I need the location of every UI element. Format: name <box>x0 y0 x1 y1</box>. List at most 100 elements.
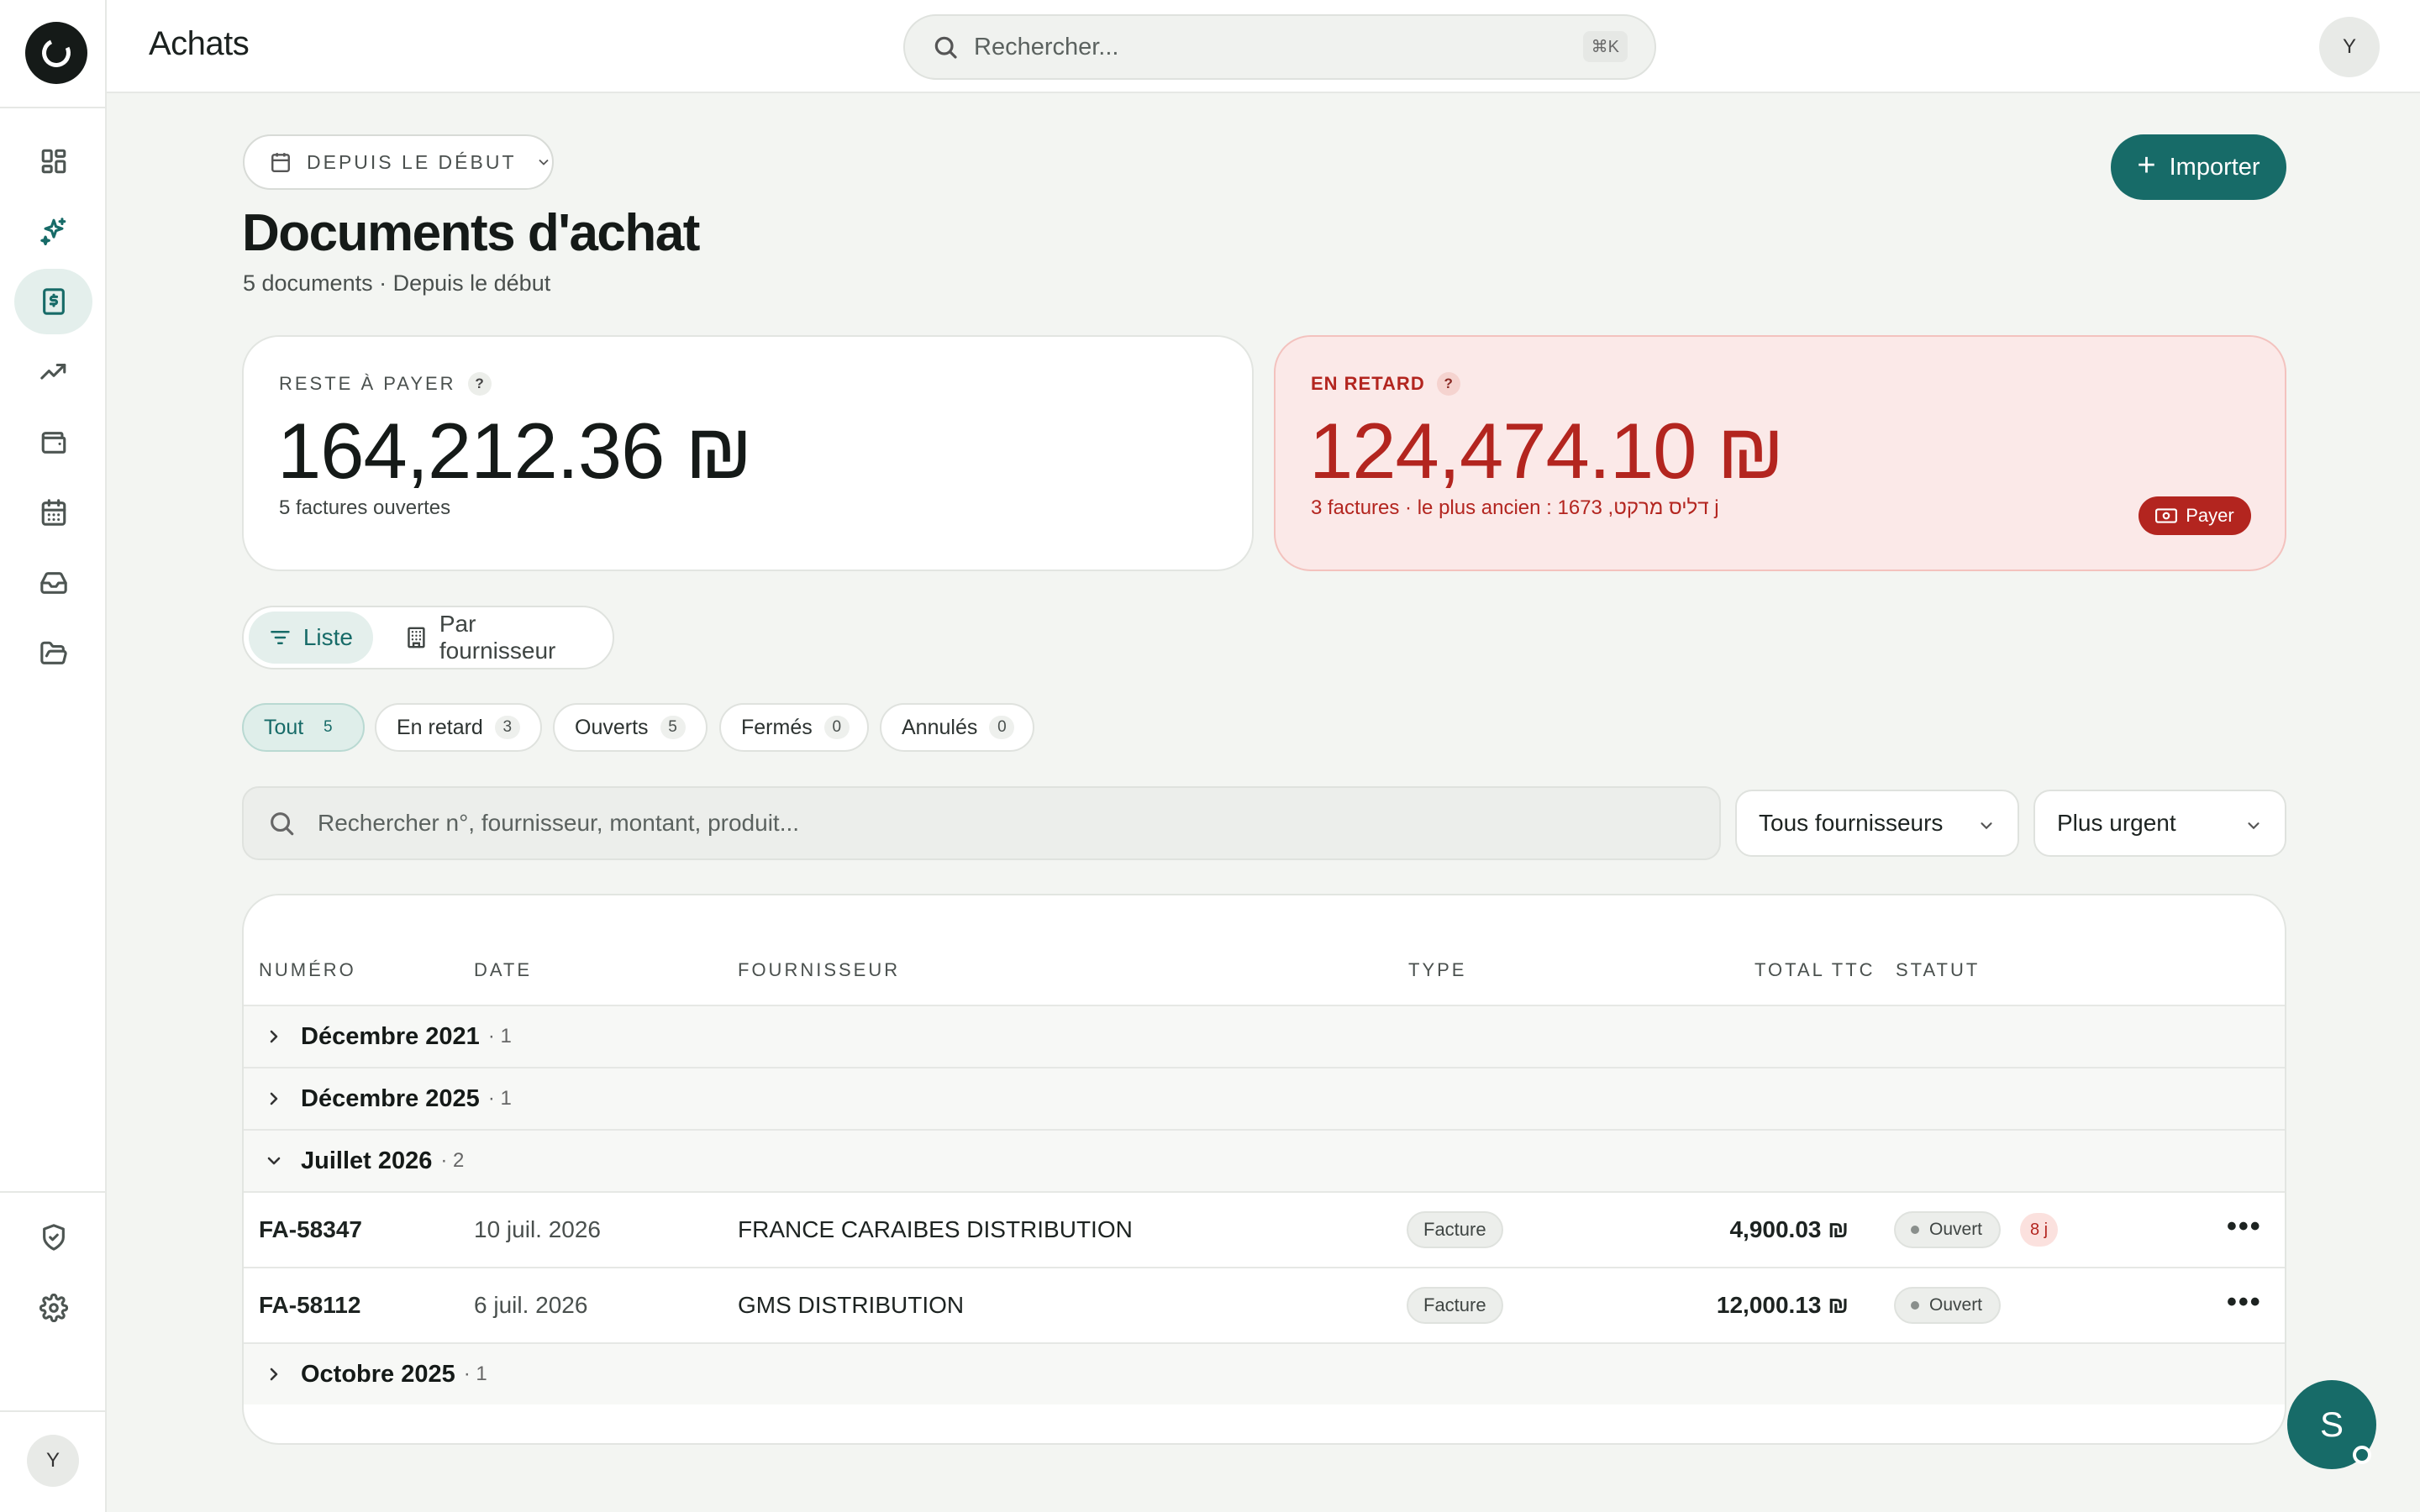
assistant-fab[interactable]: S <box>2287 1380 2376 1469</box>
receipt-icon <box>42 288 65 315</box>
status-label: Ouvert <box>1929 1295 1983 1315</box>
calendar-icon <box>271 153 290 173</box>
sidebar-item-trends[interactable] <box>14 339 92 405</box>
column-header-status[interactable]: STATUT <box>1896 959 1980 981</box>
chip-label: Fermés <box>741 715 813 739</box>
filter-chip-open[interactable]: Ouverts 5 <box>553 703 708 752</box>
column-header-supplier[interactable]: FOURNISSEUR <box>738 959 900 981</box>
sidebar-item-calendar[interactable] <box>14 480 92 545</box>
period-filter-button[interactable]: DEPUIS LE DÉBUT <box>243 134 554 190</box>
status-label: Ouvert <box>1929 1220 1983 1239</box>
supplier-select-value: Tous fournisseurs <box>1759 810 1944 836</box>
filter-chip-cancelled[interactable]: Annulés 0 <box>880 703 1034 752</box>
view-list-label: Liste <box>302 624 353 650</box>
chip-count: 0 <box>823 716 850 739</box>
logo-ring-icon <box>38 34 75 71</box>
building-icon <box>408 627 425 648</box>
table-row[interactable]: FA-58347 10 juil. 2026 FRANCE CARAIBES D… <box>244 1193 2285 1267</box>
pay-button[interactable]: Payer <box>2139 496 2251 535</box>
document-search[interactable] <box>242 786 1721 860</box>
group-count: · 2 <box>440 1149 465 1172</box>
chevron-down-icon <box>538 159 549 165</box>
trending-up-icon <box>39 363 66 380</box>
help-icon[interactable]: ? <box>1436 372 1460 396</box>
group-count: · 1 <box>487 1087 512 1110</box>
filter-lines-icon <box>271 631 290 644</box>
chip-label: Tout <box>264 715 304 739</box>
gear-icon <box>39 1294 68 1322</box>
online-status-icon <box>2353 1446 2371 1464</box>
profile-avatar[interactable]: Y <box>2319 17 2380 77</box>
banknote-icon <box>2155 508 2178 523</box>
group-label: Décembre 2021 <box>301 1022 480 1050</box>
view-by-supplier-label: Par fournisseur <box>439 611 556 664</box>
sort-select[interactable]: Plus urgent <box>2033 790 2286 857</box>
remaining-subtext: 5 factures ouvertes <box>279 496 451 519</box>
column-header-number[interactable]: NUMÉRO <box>259 959 356 981</box>
doc-date: 6 juil. 2026 <box>474 1292 588 1318</box>
group-count: · 1 <box>487 1025 512 1047</box>
column-header-date[interactable]: DATE <box>474 959 532 981</box>
search-icon <box>934 36 957 59</box>
sidebar-item-security[interactable] <box>14 1205 92 1270</box>
doc-number[interactable]: FA-58112 <box>259 1292 360 1319</box>
late-days-badge: 8 j <box>2020 1213 2059 1247</box>
app-logo[interactable] <box>25 22 87 84</box>
document-search-input[interactable] <box>318 810 1578 837</box>
sidebar-item-purchases[interactable] <box>14 269 92 334</box>
group-label: Décembre 2025 <box>301 1084 480 1112</box>
row-actions-icon[interactable]: ••• <box>2227 1288 2262 1316</box>
row-actions-icon[interactable]: ••• <box>2227 1212 2262 1241</box>
doc-number[interactable]: FA-58347 <box>259 1216 362 1243</box>
sidebar-divider <box>0 1410 107 1412</box>
user-avatar[interactable]: Y <box>27 1435 79 1487</box>
sidebar-item-ai[interactable] <box>14 198 92 264</box>
import-button[interactable]: + Importer <box>2111 134 2286 200</box>
doc-supplier: FRANCE CARAIBES DISTRIBUTION <box>738 1216 1133 1242</box>
view-list-tab[interactable]: Liste <box>249 612 373 664</box>
documents-table: NUMÉRO DATE FOURNISSEUR TYPE TOTAL TTC S… <box>242 894 2286 1445</box>
sidebar-item-settings[interactable] <box>14 1275 92 1341</box>
doc-total: 4,900.03 ₪ <box>1729 1216 1849 1242</box>
table-row[interactable]: FA-58112 6 juil. 2026 GMS DISTRIBUTION F… <box>244 1268 2285 1342</box>
wallet-icon <box>41 432 66 454</box>
chevron-down-icon <box>267 1157 281 1165</box>
remaining-to-pay-card: RESTE À PAYER ? 164,212.36 ₪ 5 factures … <box>242 335 1254 571</box>
group-row-july-2026[interactable]: Juillet 2026 · 2 <box>244 1131 2285 1191</box>
doc-supplier: GMS DISTRIBUTION <box>738 1292 965 1318</box>
group-row-october-2025[interactable]: Octobre 2025 · 1 <box>244 1344 2285 1404</box>
status-badge: Ouvert <box>1894 1287 2002 1324</box>
sidebar-item-dashboard[interactable] <box>14 129 92 194</box>
global-search-input[interactable] <box>974 33 1512 61</box>
app-title: Achats <box>149 25 250 62</box>
group-row-december-2025[interactable]: Décembre 2025 · 1 <box>244 1068 2285 1129</box>
remaining-amount: 164,212.36 ₪ <box>277 407 752 495</box>
supplier-select[interactable]: Tous fournisseurs <box>1735 790 2019 857</box>
sidebar-item-wallet[interactable] <box>14 410 92 475</box>
type-badge: Facture <box>1407 1287 1503 1324</box>
filter-chip-all[interactable]: Tout 5 <box>242 703 365 752</box>
column-header-type[interactable]: TYPE <box>1408 959 1466 981</box>
help-icon[interactable]: ? <box>467 372 492 396</box>
doc-total: 12,000.13 ₪ <box>1716 1292 1849 1318</box>
filter-chip-overdue[interactable]: En retard 3 <box>375 703 542 752</box>
filter-chip-closed[interactable]: Fermés 0 <box>719 703 869 752</box>
grid-icon <box>41 149 66 174</box>
global-search[interactable]: ⌘K <box>903 14 1656 80</box>
card-label: EN RETARD ? <box>1311 372 1460 396</box>
chevron-down-icon <box>1981 822 1992 830</box>
sidebar-item-inbox[interactable] <box>14 550 92 616</box>
overdue-label: EN RETARD <box>1311 373 1425 394</box>
status-dot-icon <box>1911 1226 1919 1234</box>
import-button-label: Importer <box>2169 153 2260 181</box>
column-header-total[interactable]: TOTAL TTC <box>1754 959 1876 981</box>
sort-select-value: Plus urgent <box>2057 810 2176 836</box>
view-by-supplier-tab[interactable]: Par fournisseur <box>385 611 613 664</box>
page-title: Documents d'achat <box>242 204 700 262</box>
group-label: Octobre 2025 <box>301 1360 455 1388</box>
chip-count: 5 <box>323 718 333 736</box>
overdue-amount: 124,474.10 ₪ <box>1309 407 1784 495</box>
group-row-december-2021[interactable]: Décembre 2021 · 1 <box>244 1006 2285 1067</box>
sidebar-item-folder[interactable] <box>14 621 92 686</box>
chevron-right-icon <box>270 1030 278 1043</box>
